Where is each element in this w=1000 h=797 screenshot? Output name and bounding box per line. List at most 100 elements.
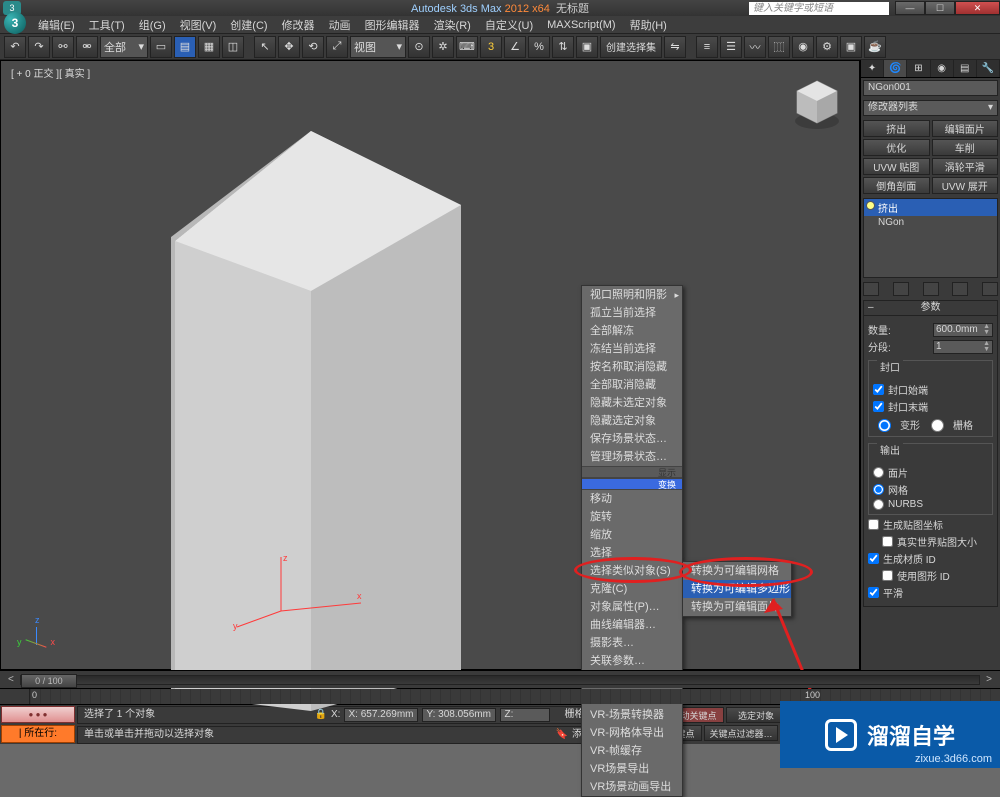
ctx-unfreeze-all[interactable]: 全部解冻 — [582, 322, 682, 340]
remove-modifier-button[interactable] — [952, 282, 968, 296]
quick-render-button[interactable]: ☕ — [864, 36, 886, 58]
gen-mat-id-checkbox[interactable] — [868, 553, 879, 564]
unlink-button[interactable]: ⚮ — [76, 36, 98, 58]
ctx-freeze-selection[interactable]: 冻结当前选择 — [582, 340, 682, 358]
ctx-vr-animation-export[interactable]: VR场景动画导出 — [582, 778, 682, 796]
btn-uvw-map[interactable]: UVW 贴图 — [863, 158, 930, 175]
window-crossing-button[interactable]: ◫ — [222, 36, 244, 58]
btn-bevel-profile[interactable]: 倒角剖面 — [863, 177, 930, 194]
scale-button[interactable]: ⤢ — [326, 36, 348, 58]
keyboard-shortcut-button[interactable]: ⌨ — [456, 36, 478, 58]
percent-snap-button[interactable]: % — [528, 36, 550, 58]
menu-customize[interactable]: 自定义(U) — [479, 16, 539, 34]
track-bar-toggle[interactable] — [0, 689, 30, 704]
ctx-wire-params[interactable]: 关联参数… — [582, 652, 682, 670]
menu-group[interactable]: 组(G) — [133, 16, 172, 34]
time-tag-icon[interactable]: 🔖 — [556, 727, 568, 743]
viewport-label[interactable]: [ + 0 正交 ][ 真实 ] — [11, 65, 90, 80]
ctx-dope-sheet[interactable]: 摄影表… — [582, 634, 682, 652]
menu-views[interactable]: 视图(V) — [174, 16, 223, 34]
cap-end-checkbox[interactable] — [873, 401, 884, 412]
amount-spinner[interactable]: 600.0mm▲▼ — [933, 323, 993, 337]
btn-turbosmooth[interactable]: 涡轮平滑 — [932, 158, 999, 175]
menu-tools[interactable]: 工具(T) — [83, 16, 131, 34]
tab-hierarchy[interactable]: ⊞ — [907, 60, 930, 77]
time-slider[interactable]: < 0 / 100 > — [0, 670, 1000, 688]
ctx-unhide-by-name[interactable]: 按名称取消隐藏 — [582, 358, 682, 376]
menu-graph-editors[interactable]: 图形编辑器 — [359, 16, 426, 34]
grid-radio[interactable] — [931, 419, 944, 432]
menu-help[interactable]: 帮助(H) — [624, 16, 673, 34]
menu-edit[interactable]: 编辑(E) — [32, 16, 81, 34]
ctx-convert-editable-mesh[interactable]: 转换为可编辑网格 — [683, 562, 791, 580]
material-editor-button[interactable]: ◉ — [792, 36, 814, 58]
btn-edit-patch[interactable]: 编辑面片 — [932, 120, 999, 137]
tab-display[interactable]: ▤ — [954, 60, 977, 77]
named-sel-button[interactable]: ▣ — [576, 36, 598, 58]
ctx-move[interactable]: 移动 — [582, 490, 682, 508]
viewport[interactable]: [ + 0 正交 ][ 真实 ] z y x z y x — [0, 60, 860, 670]
ctx-convert-editable-poly[interactable]: 转换为可编辑多边形 — [683, 580, 791, 598]
make-unique-button[interactable] — [923, 282, 939, 296]
select-object-button[interactable]: ▭ — [150, 36, 172, 58]
ctx-vr-scene-export[interactable]: VR场景导出 — [582, 760, 682, 778]
redo-button[interactable]: ↷ — [28, 36, 50, 58]
segments-spinner[interactable]: 1▲▼ — [933, 340, 993, 354]
modifier-list-dropdown[interactable]: 修改器列表▾ — [863, 100, 998, 116]
select-button[interactable]: ↖ — [254, 36, 276, 58]
angle-snap-button[interactable]: ∠ — [504, 36, 526, 58]
ctx-vr-mesh-export[interactable]: VR-网格体导出 — [582, 724, 682, 742]
btn-extrude[interactable]: 挤出 — [863, 120, 930, 137]
rollout-parameters-header[interactable]: 参数 — [863, 300, 998, 316]
spinner-snap-button[interactable]: ⇅ — [552, 36, 574, 58]
menu-create[interactable]: 创建(C) — [224, 16, 273, 34]
output-nurbs-radio[interactable] — [873, 499, 884, 510]
tab-utilities[interactable]: 🔧 — [977, 60, 1000, 77]
mirror-button[interactable]: ⇋ — [664, 36, 686, 58]
ctx-object-props[interactable]: 对象属性(P)… — [582, 598, 682, 616]
curve-editor-button[interactable]: 〰 — [744, 36, 766, 58]
btn-optimize[interactable]: 优化 — [863, 139, 930, 156]
ctx-select-similar[interactable]: 选择类似对象(S) — [582, 562, 682, 580]
ctx-manage-scene-state[interactable]: 管理场景状态… — [582, 448, 682, 466]
layer-manager-button[interactable]: ☰ — [720, 36, 742, 58]
undo-button[interactable]: ↶ — [4, 36, 26, 58]
selection-filter-dropdown[interactable]: 全部▾ — [100, 36, 148, 58]
select-by-name-button[interactable]: ▤ — [174, 36, 196, 58]
menu-maxscript[interactable]: MAXScript(M) — [541, 18, 621, 32]
snap-toggle-3d[interactable]: 3 — [480, 36, 502, 58]
manipulate-button[interactable]: ✲ — [432, 36, 454, 58]
link-button[interactable]: ⚯ — [52, 36, 74, 58]
ctx-select[interactable]: 选择 — [582, 544, 682, 562]
minimize-button[interactable]: — — [895, 1, 925, 15]
ctx-scale[interactable]: 缩放 — [582, 526, 682, 544]
align-button[interactable]: ≡ — [696, 36, 718, 58]
output-mesh-radio[interactable] — [873, 484, 884, 495]
tab-motion[interactable]: ◉ — [931, 60, 954, 77]
maximize-button[interactable]: ☐ — [925, 1, 955, 15]
viewcube[interactable] — [789, 75, 845, 131]
visibility-bulb-icon[interactable] — [866, 201, 875, 210]
cap-start-checkbox[interactable] — [873, 384, 884, 395]
stack-item-ngon[interactable]: NGon — [864, 216, 997, 229]
move-button[interactable]: ✥ — [278, 36, 300, 58]
ctx-vr-framebuffer[interactable]: VR-帧缓存 — [582, 742, 682, 760]
render-frame-button[interactable]: ▣ — [840, 36, 862, 58]
btn-lathe[interactable]: 车削 — [932, 139, 999, 156]
ctx-isolate[interactable]: 孤立当前选择 — [582, 304, 682, 322]
btn-uvw-unwrap[interactable]: UVW 展开 — [932, 177, 999, 194]
ctx-viewport-lighting[interactable]: 视口照明和阴影 — [582, 286, 682, 304]
coord-z-field[interactable]: Z: — [500, 708, 550, 722]
pin-stack-button[interactable] — [863, 282, 879, 296]
menu-rendering[interactable]: 渲染(R) — [428, 16, 477, 34]
selected-key-button[interactable]: 选定对象 — [726, 707, 786, 723]
menu-animation[interactable]: 动画 — [323, 16, 357, 34]
schematic-view-button[interactable]: ⿲ — [768, 36, 790, 58]
ctx-hide-selection[interactable]: 隐藏选定对象 — [582, 412, 682, 430]
render-setup-button[interactable]: ⚙ — [816, 36, 838, 58]
rotate-button[interactable]: ⟲ — [302, 36, 324, 58]
close-button[interactable]: ✕ — [955, 1, 1000, 15]
named-selection-dropdown[interactable]: 创建选择集 — [600, 36, 662, 58]
pivot-button[interactable]: ⊙ — [408, 36, 430, 58]
gen-mapping-checkbox[interactable] — [868, 519, 879, 530]
